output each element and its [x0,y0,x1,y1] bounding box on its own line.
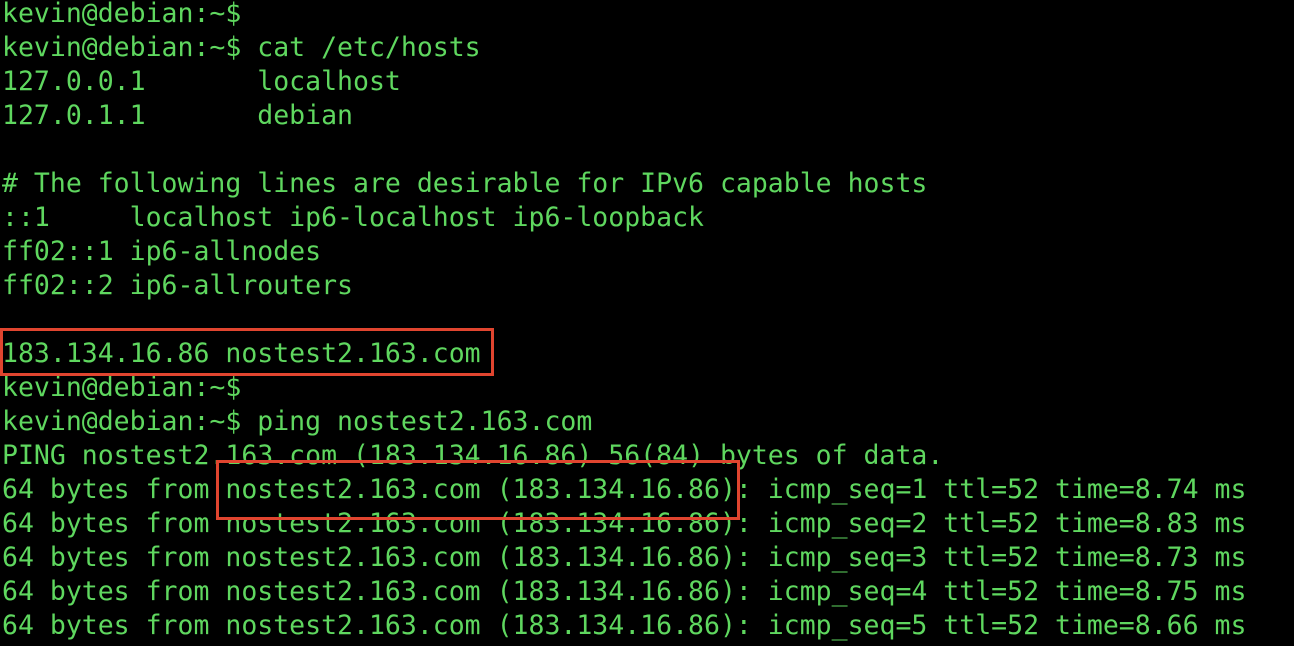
hosts-comment-ipv6: # The following lines are desirable for … [2,168,928,199]
ping-reply-line: 64 bytes from nostest2.163.com (183.134.… [2,576,1247,607]
hosts-entry-localhost: 127.0.0.1 localhost [2,66,401,97]
command-line-cat-hosts: kevin@debian:~$ cat /etc/hosts [2,32,481,63]
ping-reply-line: 64 bytes from nostest2.163.com (183.134.… [2,474,1247,505]
hosts-entry-ip6-allrouters: ff02::2 ip6-allrouters [2,270,353,301]
prompt-line: kevin@debian:~$ [2,372,242,403]
command-line-ping: kevin@debian:~$ ping nostest2.163.com [2,406,593,437]
ping-reply-line: 64 bytes from nostest2.163.com (183.134.… [2,610,1247,641]
hosts-entry-ipv6-localhost: ::1 localhost ip6-localhost ip6-loopback [2,202,704,233]
terminal-window[interactable]: kevin@debian:~$ kevin@debian:~$ cat /etc… [0,0,1294,646]
ping-reply-line: 64 bytes from nostest2.163.com (183.134.… [2,508,1247,539]
ping-reply-line: 64 bytes from nostest2.163.com (183.134.… [2,542,1247,573]
hosts-entry-ip6-allnodes: ff02::1 ip6-allnodes [2,236,322,267]
hosts-entry-debian: 127.0.1.1 debian [2,100,353,131]
hosts-entry-nostest2: 183.134.16.86 nostest2.163.com [2,338,481,369]
ping-header-line: PING nostest2.163.com (183.134.16.86) 56… [2,440,944,471]
prompt-line: kevin@debian:~$ [2,0,242,29]
terminal-output: kevin@debian:~$ kevin@debian:~$ cat /etc… [2,0,1246,643]
